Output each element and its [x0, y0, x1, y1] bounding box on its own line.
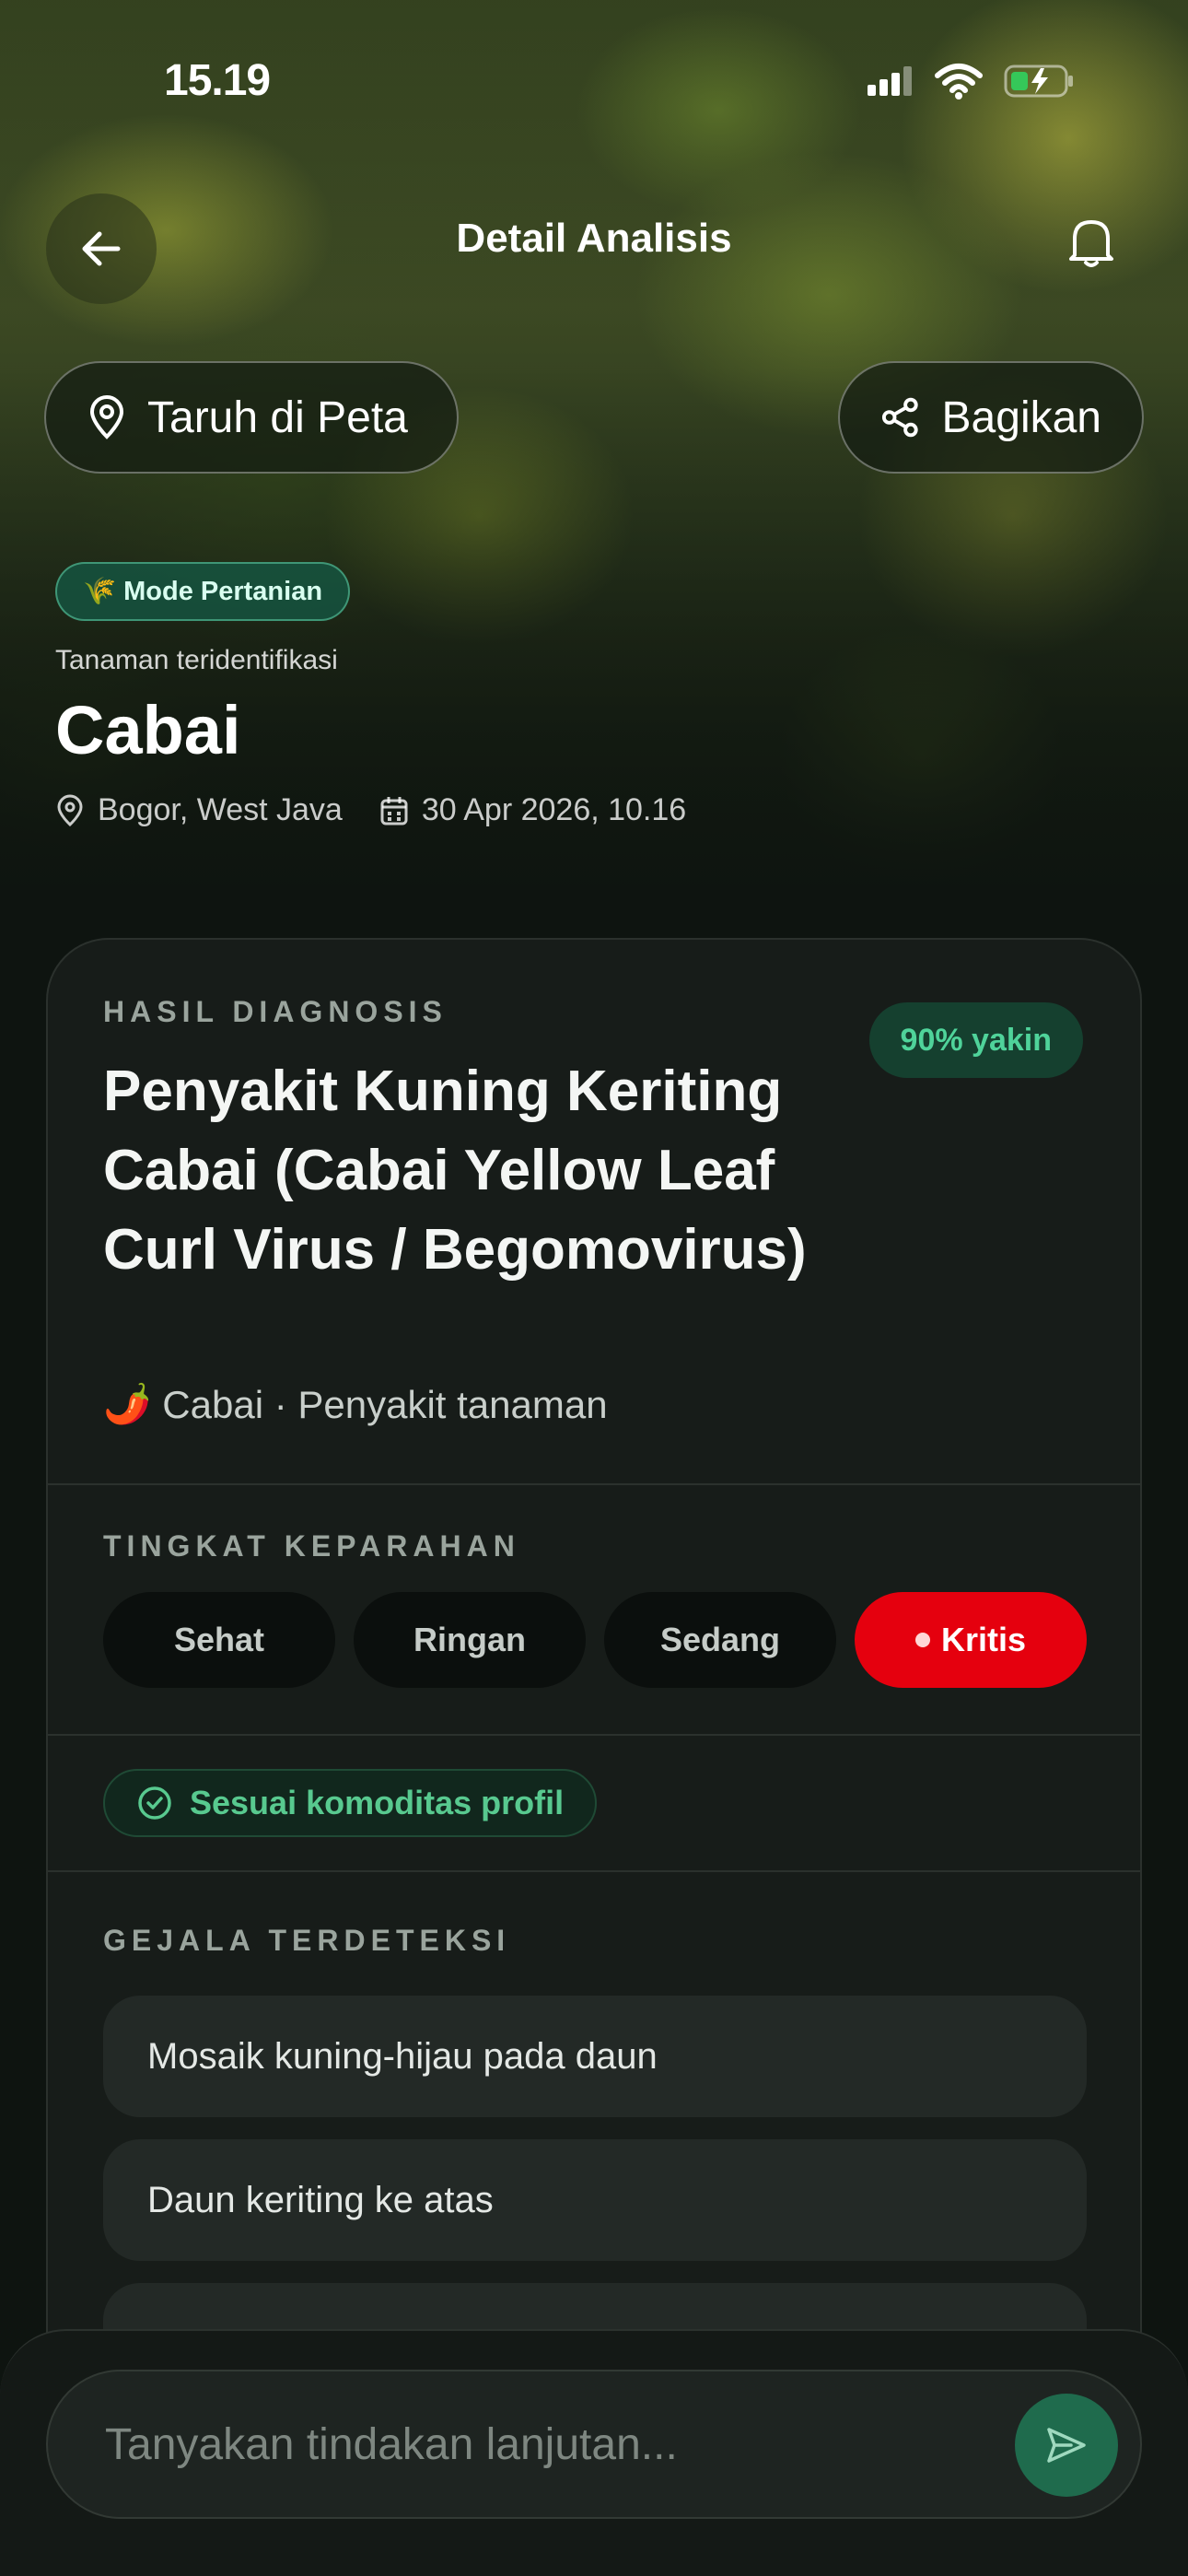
severity-option-ringan[interactable]: Ringan — [354, 1592, 586, 1688]
diagnosis-section-label: HASIL DIAGNOSIS — [103, 995, 448, 1028]
symptoms-section-label: GEJALA TERDETEKSI — [103, 1924, 511, 1957]
cellular-signal-icon — [868, 66, 912, 96]
profile-match-label: Sesuai komoditas profil — [190, 1784, 565, 1821]
share-label: Bagikan — [941, 392, 1101, 442]
battery-charging-icon — [1004, 64, 1073, 98]
map-pin-icon — [89, 395, 124, 439]
send-icon — [1047, 2428, 1086, 2463]
selected-dot-icon — [914, 1633, 930, 1647]
profile-match-badge: Sesuai komoditas profil — [103, 1769, 598, 1837]
calendar-icon — [380, 796, 408, 825]
date-meta: 30 Apr 2026, 10.16 — [379, 792, 686, 828]
symptom-item: Daun keriting ke atas — [103, 2139, 1087, 2261]
mode-badge: 🌾 Mode Pertanian — [55, 562, 351, 621]
date-text: 30 Apr 2026, 10.16 — [421, 792, 687, 827]
bell-icon — [1069, 220, 1113, 267]
symptom-item: Mosaik kuning-hijau pada daun — [103, 1996, 1087, 2117]
identified-label: Tanaman teridentifikasi — [55, 645, 338, 675]
severity-option-sehat[interactable]: Sehat — [103, 1592, 335, 1688]
chili-icon: 🌶️ — [103, 1382, 152, 1425]
place-on-map-label: Taruh di Peta — [147, 392, 408, 442]
severity-section-label: TINGKAT KEPARAHAN — [103, 1529, 520, 1563]
status-bar: 15.19 — [0, 55, 1188, 111]
mode-label: Mode Pertanian — [123, 576, 323, 606]
diagnosis-title: Penyakit Kuning Keriting Cabai (Cabai Ye… — [103, 1060, 807, 1282]
diagnosis-subtitle-text: Cabai · Penyakit tanaman — [162, 1382, 608, 1426]
severity-selector: Sehat Ringan Sedang Kritis — [103, 1592, 1087, 1688]
plant-name: Cabai — [55, 692, 241, 768]
notifications-button[interactable] — [1059, 210, 1124, 275]
severity-option-sedang[interactable]: Sedang — [604, 1592, 836, 1688]
follow-up-placeholder: Tanyakan tindakan lanjutan... — [105, 2419, 678, 2469]
wheat-icon: 🌾 — [83, 577, 117, 606]
chat-bar: Tanyakan tindakan lanjutan... — [0, 2329, 1188, 2576]
status-icons — [868, 63, 1077, 100]
place-on-map-button[interactable]: Taruh di Peta — [44, 361, 459, 474]
divider — [48, 1483, 1140, 1485]
divider — [48, 1870, 1140, 1872]
location-meta: Bogor, West Java — [55, 792, 343, 828]
wifi-icon — [935, 64, 983, 100]
page-title: Detail Analisis — [456, 216, 732, 261]
location-pin-icon — [57, 794, 83, 826]
plant-meta: Bogor, West Java 30 Apr 2026, 10.16 — [55, 792, 686, 828]
share-button[interactable]: Bagikan — [838, 361, 1144, 474]
severity-option-kritis-label: Kritis — [940, 1621, 1027, 1658]
diagnosis-subtitle: 🌶️ Cabai · Penyakit tanaman — [103, 1382, 608, 1427]
divider — [48, 1734, 1140, 1736]
share-icon — [881, 397, 918, 438]
status-time: 15.19 — [164, 56, 271, 105]
send-button[interactable] — [1015, 2394, 1118, 2497]
severity-option-kritis[interactable]: Kritis — [855, 1592, 1087, 1688]
confidence-badge: 90% yakin — [868, 1002, 1083, 1078]
location-text: Bogor, West Java — [98, 792, 343, 827]
check-circle-icon — [138, 1786, 171, 1820]
follow-up-input[interactable]: Tanyakan tindakan lanjutan... — [46, 2370, 1142, 2519]
